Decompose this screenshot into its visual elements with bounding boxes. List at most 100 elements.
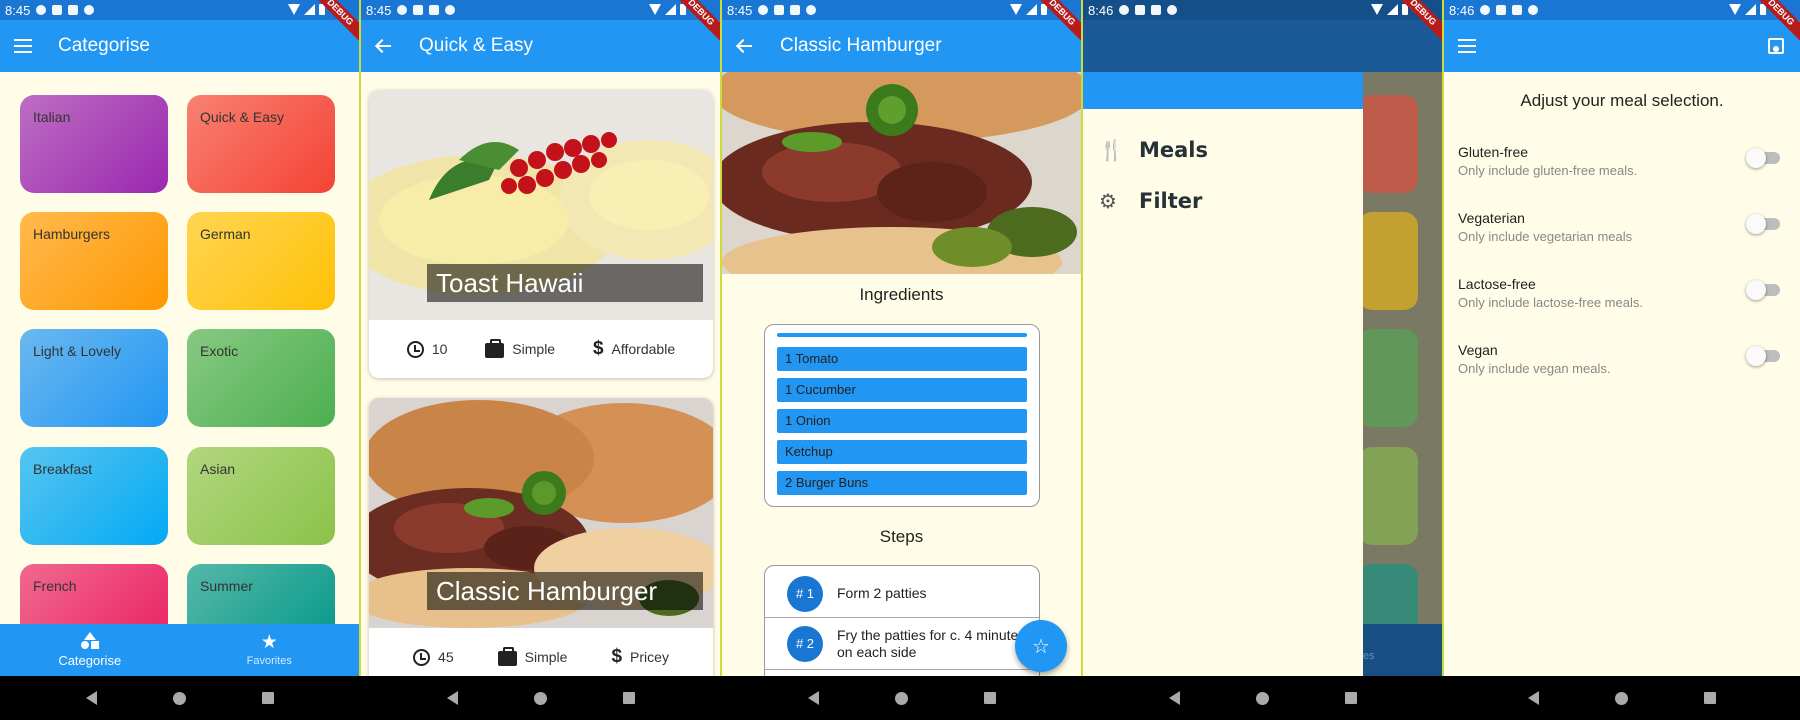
save-icon[interactable] xyxy=(1768,38,1784,54)
meal-card[interactable]: Classic Hamburger 45 Simple $ Pricey xyxy=(369,398,713,676)
menu-icon[interactable] xyxy=(14,39,32,53)
briefcase-icon xyxy=(497,647,517,666)
filter-subtitle: Only include gluten-free meals. xyxy=(1458,163,1638,178)
back-nav-icon[interactable] xyxy=(85,691,97,705)
affordability-value: Affordable xyxy=(611,341,676,357)
navigation-drawer: Coocking Up 🍴 Meals ⚙ Filter xyxy=(1083,0,1363,676)
ingredient-item: 1 Cucumber xyxy=(777,378,1027,402)
back-arrow-icon[interactable] xyxy=(736,38,754,54)
briefcase-icon xyxy=(485,339,505,358)
category-tile-italian[interactable]: Italian xyxy=(20,95,168,193)
back-nav-icon[interactable] xyxy=(1168,691,1180,705)
signal-icon xyxy=(1387,4,1398,15)
ingredients-list[interactable]: 1 Tomato 1 Cucumber 1 Onion Ketchup 2 Bu… xyxy=(764,324,1040,507)
settings-status-icon xyxy=(1119,5,1130,15)
recents-nav-icon[interactable] xyxy=(1704,692,1716,704)
filter-switch-gluten-free[interactable]: Gluten-free Only include gluten-free mea… xyxy=(1458,144,1786,188)
ingredient-item: 1 Tomato xyxy=(777,347,1027,371)
drawer-item-filter[interactable]: ⚙ Filter xyxy=(1083,175,1363,226)
drawer-item-meals[interactable]: 🍴 Meals xyxy=(1083,124,1363,175)
sync-status-icon xyxy=(445,5,456,15)
dimmed-category-tile xyxy=(1358,447,1418,545)
back-arrow-icon[interactable] xyxy=(375,38,393,54)
toggle-switch[interactable] xyxy=(1746,280,1780,300)
page-title: Quick & Easy xyxy=(419,35,534,56)
toggle-switch[interactable] xyxy=(1746,214,1780,234)
wifi-icon xyxy=(649,4,661,15)
meal-card[interactable]: Toast Hawaii 10 Simple $ Affordable xyxy=(369,90,713,378)
a-status-icon xyxy=(1496,5,1507,15)
status-time: 8:45 xyxy=(5,2,31,18)
category-tile-light-lovely[interactable]: Light & Lovely xyxy=(20,329,168,427)
favorite-fab[interactable]: ☆ xyxy=(1015,620,1067,672)
category-tile-exotic[interactable]: Exotic xyxy=(187,329,335,427)
system-nav-bar xyxy=(722,676,1081,720)
category-tile-german[interactable]: German xyxy=(187,212,335,310)
bottom-navigation: Categorise ★ Favorites xyxy=(0,624,359,676)
filter-switch-vegetarian[interactable]: Vegaterian Only include vegetarian meals xyxy=(1458,210,1786,254)
drawer-item-label: Filter xyxy=(1139,188,1203,213)
toggle-switch[interactable] xyxy=(1746,346,1780,366)
app-bar: Classic Hamburger xyxy=(722,20,1081,72)
category-tile-asian[interactable]: Asian xyxy=(187,447,335,545)
app-bar: Quick & Easy xyxy=(361,20,720,72)
home-nav-icon[interactable] xyxy=(1615,691,1628,705)
category-tile-quick-easy[interactable]: Quick & Easy xyxy=(187,95,335,193)
category-tile-hamburgers[interactable]: Hamburgers xyxy=(20,212,168,310)
wifi-icon xyxy=(288,4,300,15)
settings-status-icon xyxy=(758,5,769,15)
back-nav-icon[interactable] xyxy=(446,691,458,705)
home-nav-icon[interactable] xyxy=(172,691,186,705)
status-right-icons xyxy=(1010,4,1047,15)
status-time: 8:45 xyxy=(366,2,392,18)
step-item: # 1 Form 2 patties xyxy=(765,566,1039,618)
dimmed-tab-label: es xyxy=(1363,650,1375,662)
signal-icon xyxy=(665,4,676,15)
back-nav-icon[interactable] xyxy=(1528,691,1539,705)
status-time: 8:46 xyxy=(1449,2,1475,18)
toggle-switch[interactable] xyxy=(1746,148,1780,168)
home-nav-icon[interactable] xyxy=(894,691,908,705)
filter-title: Vegan xyxy=(1458,342,1498,358)
affordability-value: Pricey xyxy=(630,649,669,665)
dimmed-category-tile xyxy=(1358,212,1418,310)
filter-switch-vegan[interactable]: Vegan Only include vegan meals. xyxy=(1458,342,1786,386)
screen-divider xyxy=(1081,0,1083,676)
settings-status-icon xyxy=(1480,5,1491,15)
recents-nav-icon[interactable] xyxy=(261,692,274,704)
category-tile-breakfast[interactable]: Breakfast xyxy=(20,447,168,545)
ingredient-item: 2 Burger Buns xyxy=(777,471,1027,495)
clock-icon xyxy=(413,648,431,666)
drawer-scrim[interactable]: es xyxy=(1358,72,1442,676)
a-status-icon xyxy=(774,5,785,15)
sync-status-icon xyxy=(806,5,817,15)
filter-title: Vegaterian xyxy=(1458,210,1525,226)
menu-icon[interactable] xyxy=(1458,39,1476,53)
back-nav-icon[interactable] xyxy=(807,691,819,705)
recents-nav-icon[interactable] xyxy=(983,692,996,704)
categories-grid: Italian Quick & Easy Hamburgers German L… xyxy=(0,72,359,676)
status-right-icons xyxy=(1729,4,1766,15)
recents-nav-icon[interactable] xyxy=(622,692,635,704)
steps-list[interactable]: # 1 Form 2 patties # 2 Fry the patties f… xyxy=(764,565,1040,676)
drawer-screen: 8:46 DEBUG es Coocking Up 🍴 Meals xyxy=(1083,0,1442,720)
recents-nav-icon[interactable] xyxy=(1344,692,1357,704)
tab-categorise[interactable]: Categorise xyxy=(0,624,180,676)
drawer-item-label: Meals xyxy=(1139,137,1209,162)
duration-value: 10 xyxy=(431,341,448,357)
status-right-icons xyxy=(1371,4,1408,15)
app-bar-dimmed xyxy=(1083,20,1442,72)
dimmed-category-tile xyxy=(1358,95,1418,193)
status-time: 8:45 xyxy=(727,2,753,18)
tab-favorites[interactable]: ★ Favorites xyxy=(180,624,360,676)
step-number: # 1 xyxy=(787,575,823,612)
screen-divider xyxy=(1442,0,1444,676)
home-nav-icon[interactable] xyxy=(533,691,547,705)
clock-icon xyxy=(406,340,424,358)
home-nav-icon[interactable] xyxy=(1255,691,1269,705)
filters-panel: Adjust your meal selection. Gluten-free … xyxy=(1444,72,1800,676)
step-text: Form 2 patties xyxy=(837,585,927,601)
filter-switch-lactose-free[interactable]: Lactose-free Only include lactose-free m… xyxy=(1458,276,1786,320)
step-number: # 2 xyxy=(787,625,823,662)
a-status-icon xyxy=(413,5,424,15)
